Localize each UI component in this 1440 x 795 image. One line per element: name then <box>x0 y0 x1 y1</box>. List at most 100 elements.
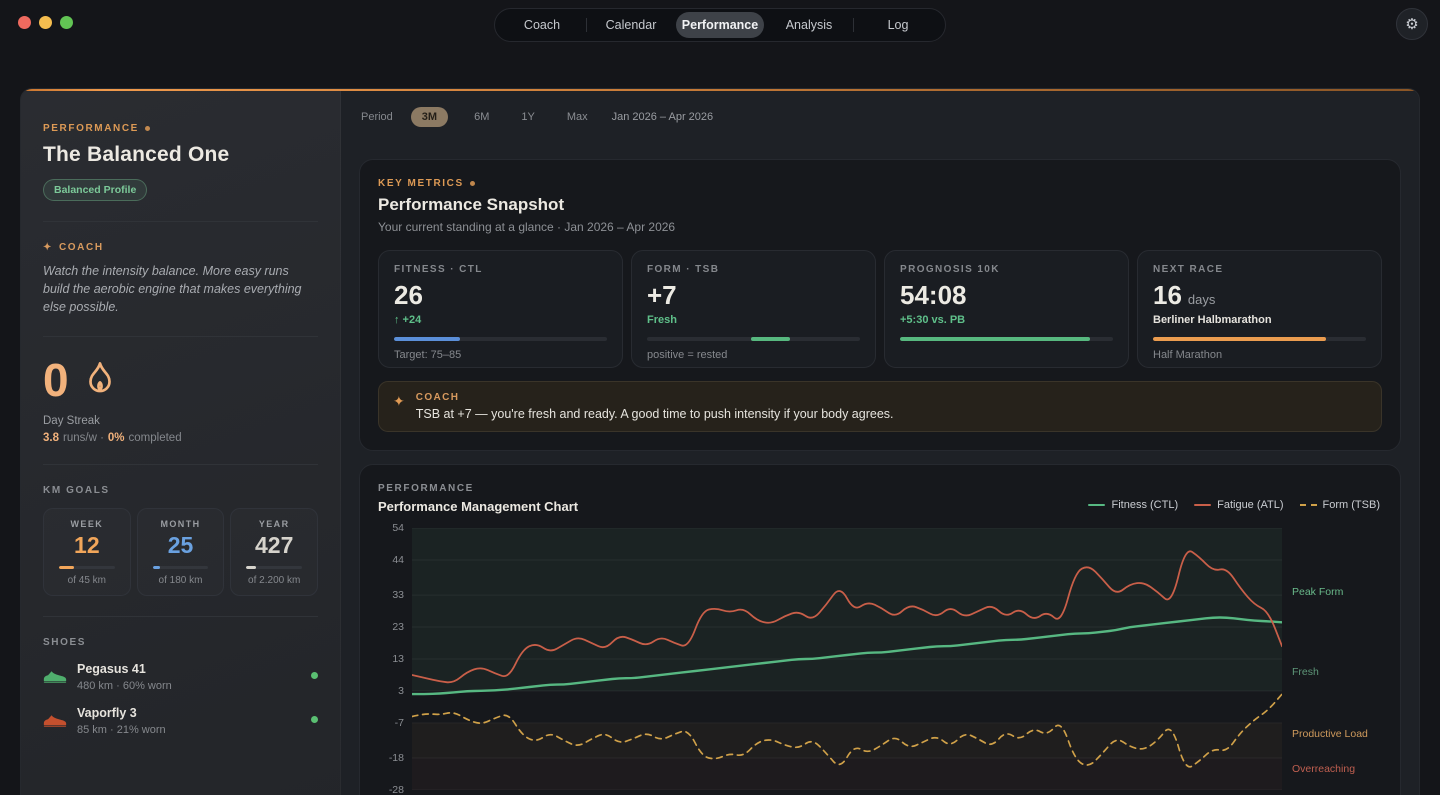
tab-analysis[interactable]: Analysis <box>765 12 853 38</box>
dashed-line-swatch-icon <box>1300 504 1317 506</box>
legend-form[interactable]: Form (TSB) <box>1300 499 1380 511</box>
goal-card-month: MONTH 25 of 180 km <box>137 508 225 595</box>
zone-label: Productive Load <box>1292 728 1368 740</box>
shoe-item-pegasus[interactable]: Pegasus 41 480 km · 60% worn <box>43 660 318 692</box>
traffic-lights <box>18 16 73 29</box>
y-tick-label: 13 <box>392 653 404 665</box>
completed-pct-value: 0% <box>108 432 125 444</box>
runs-per-week-value: 3.8 <box>43 432 59 444</box>
zone-label: Fresh <box>1292 666 1319 678</box>
fitness-value: 26 <box>394 282 607 308</box>
y-tick-label: 33 <box>392 589 404 601</box>
next-race-value: 16days <box>1153 282 1366 308</box>
goal-month-value: 25 <box>146 533 216 558</box>
close-window-button[interactable] <box>18 16 31 29</box>
pmc-y-axis: 54443323133-7-18-28 <box>378 528 412 790</box>
sidebar: PERFORMANCE The Balanced One Balanced Pr… <box>21 89 341 795</box>
pmc-section-label: PERFORMANCE <box>378 483 1382 494</box>
tab-log[interactable]: Log <box>854 12 942 38</box>
main-card: PERFORMANCE The Balanced One Balanced Pr… <box>20 88 1420 795</box>
metric-card-prognosis: PROGNOSIS 10K 54:08 +5:30 vs. PB <box>884 250 1129 368</box>
pmc-zone-labels: Peak Form Fresh Productive Load Overreachin… <box>1282 528 1382 790</box>
panels: KEY METRICS Performance Snapshot Your cu… <box>341 145 1419 795</box>
shoe-status-dot <box>311 716 318 723</box>
race-name: Berliner Halbmarathon <box>1153 314 1366 326</box>
coach-section-label: ✦ COACH <box>43 242 318 253</box>
tab-calendar[interactable]: Calendar <box>587 12 675 38</box>
shoe-icon <box>43 712 67 728</box>
zoom-window-button[interactable] <box>60 16 73 29</box>
coach-callout: ✦ COACH TSB at +7 — you're fresh and rea… <box>378 381 1382 432</box>
zone-label: Peak Form <box>1292 586 1343 598</box>
goal-week-value: 12 <box>52 533 122 558</box>
goal-card-week: WEEK 12 of 45 km <box>43 508 131 595</box>
tab-coach[interactable]: Coach <box>498 12 586 38</box>
form-value: +7 <box>647 282 860 308</box>
shoes-label: SHOES <box>43 637 318 648</box>
y-tick-label: 44 <box>392 554 404 566</box>
settings-button[interactable]: ⚙ <box>1396 8 1428 40</box>
key-metrics-label: KEY METRICS <box>378 178 1382 189</box>
content-area: Period 3M 6M 1Y Max Jan 2026 – Apr 2026 … <box>341 89 1419 795</box>
fitness-delta: ↑ +24 <box>394 314 607 326</box>
callout-label: COACH <box>416 392 894 403</box>
shoe-name: Vaporfly 3 <box>77 706 137 720</box>
accent-dot-icon <box>145 126 150 131</box>
fitness-progress <box>394 337 607 341</box>
period-option-1y[interactable]: 1Y <box>515 107 540 127</box>
coach-quote: Watch the intensity balance. More easy r… <box>43 262 318 316</box>
callout-message: TSB at +7 — you're fresh and ready. A go… <box>416 407 894 421</box>
y-tick-label: 3 <box>398 685 404 697</box>
title-bar: Coach Calendar Performance Analysis Log … <box>0 0 1440 88</box>
key-metrics-panel: KEY METRICS Performance Snapshot Your cu… <box>359 159 1401 451</box>
period-option-max[interactable]: Max <box>561 107 594 127</box>
period-option-3m[interactable]: 3M <box>411 107 448 127</box>
app-window: Coach Calendar Performance Analysis Log … <box>0 0 1440 795</box>
race-progress <box>1153 337 1366 341</box>
divider <box>43 336 318 337</box>
accent-dot-icon <box>470 181 475 186</box>
shoe-item-vaporfly[interactable]: Vaporfly 3 85 km · 21% worn <box>43 704 318 736</box>
y-tick-label: -7 <box>395 717 404 729</box>
y-tick-label: -28 <box>389 784 404 795</box>
line-swatch-icon <box>1194 504 1211 506</box>
divider <box>43 616 318 617</box>
shoe-name: Pegasus 41 <box>77 662 146 676</box>
streak-stats: 3.8 runs/w · 0% completed <box>43 432 318 444</box>
flame-icon <box>81 359 119 401</box>
pmc-panel: PERFORMANCE Performance Management Chart… <box>359 464 1401 795</box>
period-label: Period <box>361 111 393 123</box>
day-streak: 0 <box>43 357 318 403</box>
y-tick-label: 54 <box>392 522 404 534</box>
profile-badge: Balanced Profile <box>43 179 147 201</box>
goal-year-progress <box>246 566 302 569</box>
tab-performance[interactable]: Performance <box>676 12 764 38</box>
pmc-legend: Fitness (CTL) Fatigue (ATL) Form (TSB) <box>1088 499 1380 511</box>
snapshot-subtitle: Your current standing at a glance · Jan … <box>378 220 1382 234</box>
legend-fatigue[interactable]: Fatigue (ATL) <box>1194 499 1283 511</box>
legend-fitness[interactable]: Fitness (CTL) <box>1088 499 1178 511</box>
pmc-plot[interactable] <box>412 528 1282 790</box>
form-progress <box>647 337 860 341</box>
line-swatch-icon <box>1088 504 1105 506</box>
pmc-chart: 54443323133-7-18-28 Peak FormFreshProduc… <box>378 528 1382 790</box>
pmc-plot-svg <box>412 528 1282 790</box>
prognosis-progress <box>900 337 1113 341</box>
metric-card-form: FORM · TSB +7 Fresh positive = rested <box>631 250 876 368</box>
minimize-window-button[interactable] <box>39 16 52 29</box>
period-option-6m[interactable]: 6M <box>468 107 495 127</box>
shoe-detail: 480 km · 60% worn <box>77 680 301 692</box>
period-segment: 3M 6M 1Y Max <box>411 107 594 127</box>
zone-label: Overreaching <box>1292 763 1355 775</box>
goal-card-year: YEAR 427 of 2.200 km <box>230 508 318 595</box>
prognosis-delta: +5:30 vs. PB <box>900 314 1113 326</box>
streak-value: 0 <box>43 357 69 403</box>
sparkle-icon: ✦ <box>43 242 53 253</box>
divider <box>43 221 318 222</box>
snapshot-title: Performance Snapshot <box>378 195 1382 215</box>
prognosis-value: 54:08 <box>900 282 1113 308</box>
form-status: Fresh <box>647 314 860 326</box>
date-range: Jan 2026 – Apr 2026 <box>612 111 714 123</box>
shoe-detail: 85 km · 21% worn <box>77 724 301 736</box>
shoe-status-dot <box>311 672 318 679</box>
